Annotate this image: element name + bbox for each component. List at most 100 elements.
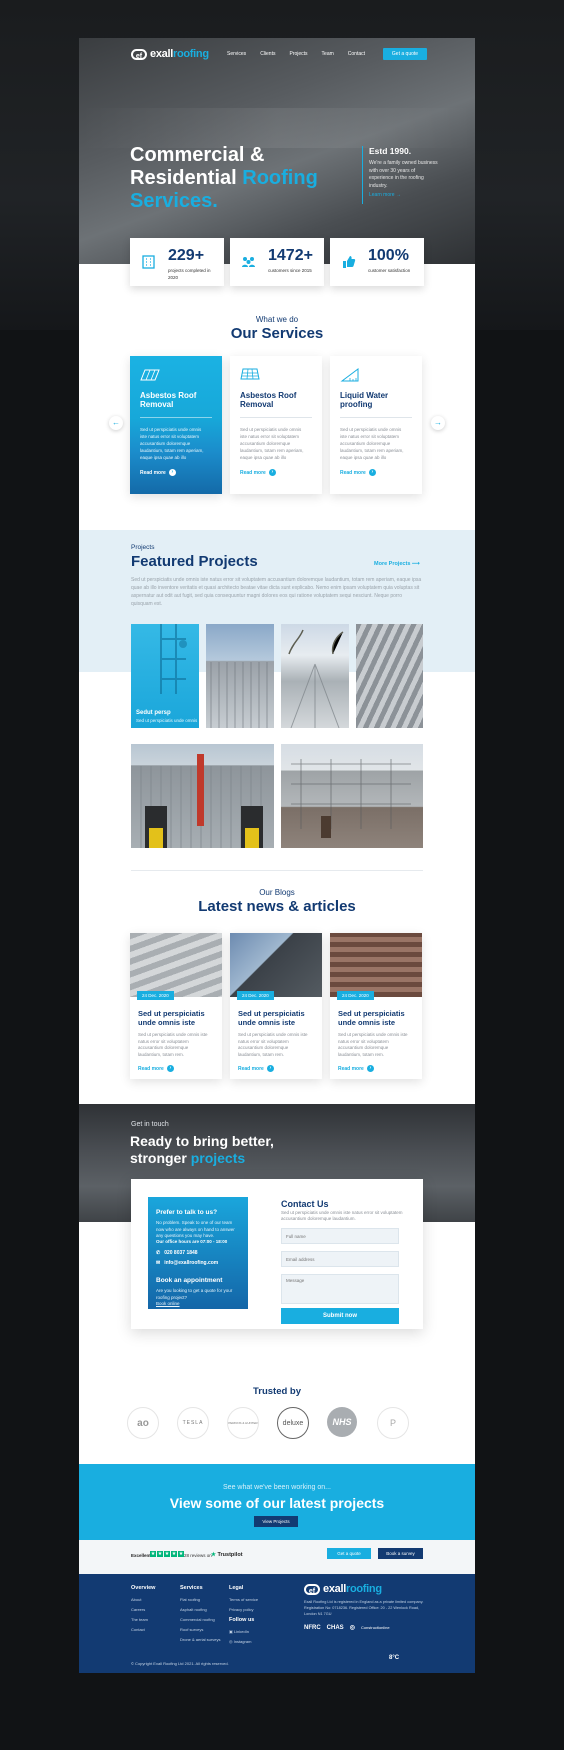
trusted-title: Trusted by xyxy=(252,1386,302,1397)
stat-number: 100% xyxy=(368,247,409,264)
read-more-link[interactable]: Read more › xyxy=(140,469,176,476)
footer-link[interactable]: Roof surveys xyxy=(180,1625,220,1635)
read-more-link[interactable]: Read more › xyxy=(340,469,376,476)
site-logo[interactable]: ef exallroofing xyxy=(131,48,209,60)
view-projects-button[interactable]: View Projects xyxy=(254,1516,298,1527)
client-logo-p: P xyxy=(377,1407,409,1439)
service-card[interactable]: Asbestos Roof Removal Sed ut perspiciati… xyxy=(230,356,322,494)
blog-excerpt: Sed ut perspiciatis unde omnis iste natu… xyxy=(138,1032,208,1057)
footer-link[interactable]: Asphalt roofing xyxy=(180,1605,220,1615)
project-tile[interactable] xyxy=(356,624,423,728)
instagram-link[interactable]: ◎ Instagram xyxy=(229,1637,258,1647)
footer-col-services: Services Flat roofing Asphalt roofing Co… xyxy=(180,1585,220,1645)
arrow-right-icon: › xyxy=(266,1065,274,1072)
trustpilot-logo[interactable]: ★ Trustpilot xyxy=(211,1552,243,1558)
footer-quote-button[interactable]: Get a quote xyxy=(327,1548,371,1559)
section-divider xyxy=(131,870,423,871)
blog-title: Sed ut perspiciatis unde omnis iste xyxy=(138,1009,205,1027)
email-field[interactable] xyxy=(281,1251,399,1267)
read-more-link[interactable]: Read more › xyxy=(240,469,276,476)
logo-icon: ef xyxy=(304,1583,320,1595)
book-online-link[interactable]: Book online xyxy=(156,1301,240,1308)
blog-card[interactable]: 24 Dec. 2020 Sed ut perspiciatis unde om… xyxy=(130,933,222,1079)
star-icon: ★ xyxy=(164,1551,170,1557)
nav-link-contact[interactable]: Contact xyxy=(348,51,365,57)
weather-widget: 8°C xyxy=(389,1655,400,1661)
learn-more-link[interactable]: Learn more → xyxy=(369,192,439,198)
more-projects-link[interactable]: More Projects ⟶ xyxy=(374,561,420,567)
star-icon: ★ xyxy=(171,1551,177,1557)
read-more-link[interactable]: Read more › xyxy=(238,1065,274,1072)
footer-logo[interactable]: ef exallroofing xyxy=(304,1583,382,1595)
arrow-right-icon: › xyxy=(268,469,276,476)
blog-title: Sed ut perspiciatis unde omnis iste xyxy=(238,1009,305,1027)
service-card-active[interactable]: Asbestos Roof Removal Sed ut perspiciati… xyxy=(130,356,222,494)
cta-subtitle: See what we've been working on... xyxy=(223,1484,331,1491)
star-icon: ★ xyxy=(150,1551,156,1557)
blog-title: Sed ut perspiciatis unde omnis iste xyxy=(338,1009,405,1027)
thumbs-up-icon xyxy=(343,256,356,268)
footer-link[interactable]: Drone & aerial surveys xyxy=(180,1635,220,1645)
footer-link[interactable]: Privacy policy xyxy=(229,1605,258,1615)
blog-image xyxy=(230,933,322,997)
phone-row[interactable]: ✆ 020 8037 1848 xyxy=(156,1250,198,1256)
footer-link[interactable]: The team xyxy=(131,1615,155,1625)
client-logo-ao: ao xyxy=(127,1407,159,1439)
footer-link[interactable]: Careers xyxy=(131,1605,155,1615)
mail-icon: ✉ xyxy=(156,1260,161,1266)
trustpilot-reviews: 28 reviews on xyxy=(184,1553,212,1558)
blog-card[interactable]: 24 Dec. 2020 Sed ut perspiciatis unde om… xyxy=(230,933,322,1079)
footer-link[interactable]: About xyxy=(131,1595,155,1605)
name-field[interactable] xyxy=(281,1228,399,1244)
submit-button[interactable]: Submit now xyxy=(281,1308,399,1324)
users-icon xyxy=(242,257,255,267)
message-field[interactable] xyxy=(281,1274,399,1304)
client-logo-tesla: TESLA xyxy=(177,1407,209,1439)
seal-icon: ◎ xyxy=(349,1625,355,1631)
footer-link[interactable]: Commercial roofing xyxy=(180,1615,220,1625)
solar-panel-icon xyxy=(240,368,260,380)
appointment-text: Are you looking to get a quote for your … xyxy=(156,1288,233,1300)
project-caption: Sedut persp Sed ut perspiciatis unde omn… xyxy=(136,710,198,723)
client-logo-perkins: PERKINS & HUNTER xyxy=(227,1407,259,1439)
read-more-link[interactable]: Read more › xyxy=(338,1065,374,1072)
blogs-title: Latest news & articles xyxy=(198,898,356,915)
constructionline-badge: Constructionline xyxy=(360,1625,390,1630)
project-tile[interactable] xyxy=(281,624,349,728)
project-tile[interactable] xyxy=(206,624,274,728)
established-title: Estd 1990. xyxy=(369,146,412,156)
footer-col-overview: Overview About Careers The team Contact xyxy=(131,1585,155,1635)
client-logo-nhs: NHS xyxy=(327,1407,357,1437)
nav-link-team[interactable]: Team xyxy=(322,51,334,57)
carousel-next-button[interactable]: → xyxy=(431,416,445,430)
project-tile[interactable] xyxy=(281,744,423,848)
contact-title: Ready to bring better, stronger projects xyxy=(130,1133,274,1166)
service-text: Sed ut perspiciatis unde omnis iste natu… xyxy=(140,427,204,460)
footer-link[interactable]: Terms of service xyxy=(229,1595,258,1605)
divider xyxy=(140,417,212,418)
linkedin-link[interactable]: ▣ LinkedIn xyxy=(229,1627,258,1637)
nav-link-projects[interactable]: Projects xyxy=(289,51,307,57)
scaffolded-building-image xyxy=(291,759,411,838)
service-card[interactable]: Liquid Water proofing Sed ut perspiciati… xyxy=(330,356,422,494)
blog-card[interactable]: 24 Dec. 2020 Sed ut perspiciatis unde om… xyxy=(330,933,422,1079)
footer-link[interactable]: Contact xyxy=(131,1625,155,1635)
book-survey-button[interactable]: Book a survey xyxy=(378,1548,423,1559)
stat-label: customer satisfaction xyxy=(368,268,411,273)
stat-number: 229+ xyxy=(168,247,205,264)
project-tile[interactable] xyxy=(131,744,274,848)
nav-link-clients[interactable]: Clients xyxy=(260,51,275,57)
email-row[interactable]: ✉ info@exallroofing.com xyxy=(156,1260,218,1266)
get-quote-button[interactable]: Get a quote xyxy=(383,48,427,60)
service-title: Asbestos Roof Removal xyxy=(140,391,197,409)
footer-col-legal: Legal Terms of service Privacy policy Fo… xyxy=(229,1585,258,1647)
footer-link[interactable]: Flat roofing xyxy=(180,1595,220,1605)
service-text: Sed ut perspiciatis unde omnis iste natu… xyxy=(340,427,404,460)
nav-link-services[interactable]: Services xyxy=(227,51,246,57)
services-subtitle: What we do xyxy=(255,315,299,324)
read-more-link[interactable]: Read more › xyxy=(138,1065,174,1072)
project-tile-highlight[interactable]: Sedut persp Sed ut perspiciatis unde omn… xyxy=(131,624,199,728)
established-text: We're a family owned business with over … xyxy=(369,160,438,189)
carousel-prev-button[interactable]: ← xyxy=(109,416,123,430)
contact-info-panel: Prefer to talk to us? No problem. Speak … xyxy=(148,1197,248,1309)
